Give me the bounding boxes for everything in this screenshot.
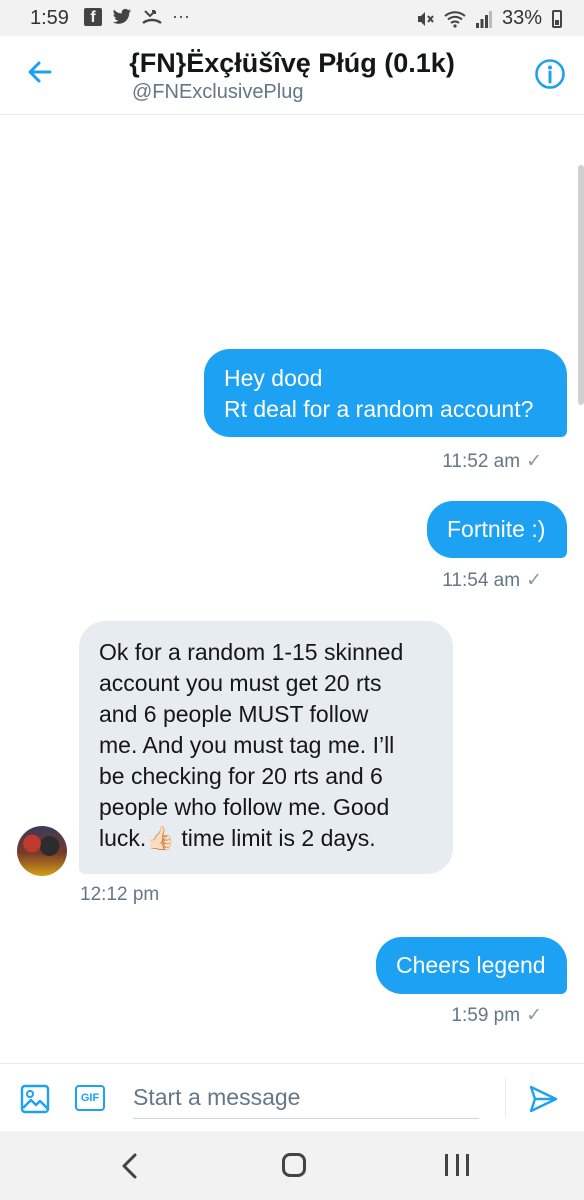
twitter-notification-icon [112, 8, 132, 24]
status-system-icons: 33% [416, 7, 562, 30]
read-check-icon: ✓ [526, 570, 542, 591]
sender-avatar[interactable] [17, 826, 67, 876]
timestamp-text: 11:54 am [442, 570, 521, 591]
message-text-line: luck.👍🏻 time limit is 2 days. [99, 825, 376, 851]
message-text-line: be checking for 20 rts and 6 [99, 763, 383, 789]
read-check-icon: ✓ [526, 451, 542, 472]
message-bubble-outgoing[interactable]: Cheers legend [376, 937, 567, 994]
message-bubble-outgoing[interactable]: Fortnite :) [427, 501, 567, 558]
nav-back-chevron-icon[interactable] [118, 1153, 142, 1179]
message-text-line: Hey dood [224, 365, 323, 391]
message-text-line: and 6 people MUST follow [99, 701, 369, 727]
system-navigation-bar [0, 1131, 584, 1200]
timestamp-text: 11:52 am [442, 451, 521, 472]
scrollbar-thumb[interactable] [578, 165, 584, 405]
more-notifications-dots: ··· [172, 6, 190, 26]
conversation-title[interactable]: {FN}Ëxçłüšîvę Płúg (0.1k) [0, 48, 584, 79]
message-text-line: Cheers legend [396, 952, 546, 978]
nav-recents-icon[interactable] [445, 1154, 469, 1176]
message-input[interactable] [133, 1076, 479, 1119]
message-timestamp: 11:52 am ✓ [442, 450, 542, 473]
wifi-icon [444, 10, 466, 28]
send-icon[interactable] [528, 1084, 558, 1114]
mute-icon [417, 11, 434, 26]
composer-divider [505, 1078, 506, 1118]
status-notification-icons: f ··· [84, 6, 190, 27]
message-text-line: me. And you must tag me. I’ll [99, 732, 395, 758]
conversation-handle[interactable]: @FNExclusivePlug [132, 81, 303, 104]
message-text-line: Fortnite :) [447, 516, 546, 542]
message-text-line: Ok for a random 1-15 skinned [99, 639, 404, 665]
timestamp-text: 12:12 pm [80, 884, 160, 905]
message-text-line: account you must get 20 rts [99, 670, 382, 696]
message-composer: GIF [0, 1063, 584, 1132]
signal-icon [475, 10, 492, 28]
message-bubble-outgoing[interactable]: Hey dood Rt deal for a random account? [204, 349, 567, 437]
status-bar: 1:59 f ··· 33% [0, 0, 584, 36]
facebook-notification-icon: f [84, 7, 102, 26]
message-timestamp: 1:59 pm ✓ [451, 1004, 542, 1027]
gif-icon[interactable]: GIF [75, 1085, 105, 1111]
message-text-line: people who follow me. Good [99, 794, 390, 820]
battery-percent: 33% [501, 7, 542, 29]
battery-icon [552, 9, 562, 28]
conversation-header: {FN}Ëxçłüšîvę Płúg (0.1k) @FNExclusivePl… [0, 36, 584, 115]
message-text-line: Rt deal for a random account? [224, 396, 534, 422]
timestamp-text: 1:59 pm [451, 1005, 521, 1026]
nav-home-icon[interactable] [282, 1153, 306, 1177]
message-bubble-incoming[interactable]: Ok for a random 1-15 skinned account you… [79, 621, 453, 874]
status-time: 1:59 [30, 7, 69, 29]
message-timestamp: 12:12 pm [80, 884, 159, 906]
read-check-icon: ✓ [526, 1005, 542, 1026]
message-timestamp: 11:54 am ✓ [442, 569, 542, 592]
missed-call-icon [142, 9, 162, 24]
image-icon[interactable] [20, 1084, 50, 1114]
info-icon[interactable] [534, 58, 566, 90]
